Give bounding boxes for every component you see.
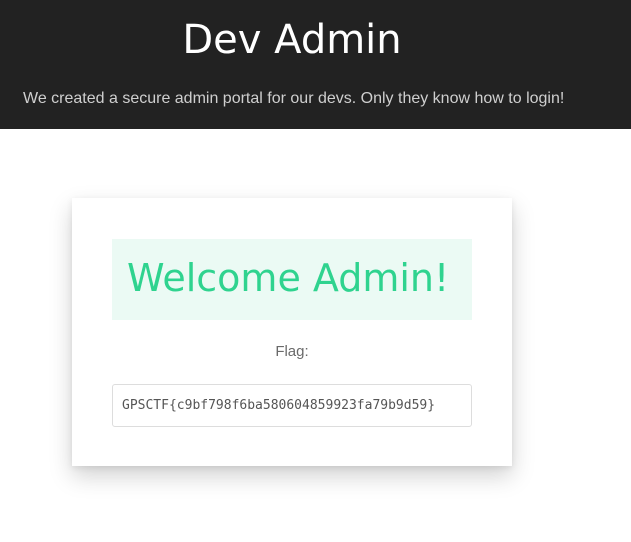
flag-label: Flag: [275,343,309,360]
admin-card: Welcome Admin! Flag: [72,198,512,466]
welcome-banner: Welcome Admin! [112,239,472,320]
welcome-heading: Welcome Admin! [127,256,450,300]
page-subtitle: We created a secure admin portal for our… [23,90,565,107]
page-title: Dev Admin [182,17,402,63]
page-header: Dev Admin We created a secure admin port… [0,0,631,129]
flag-field[interactable] [112,384,472,427]
